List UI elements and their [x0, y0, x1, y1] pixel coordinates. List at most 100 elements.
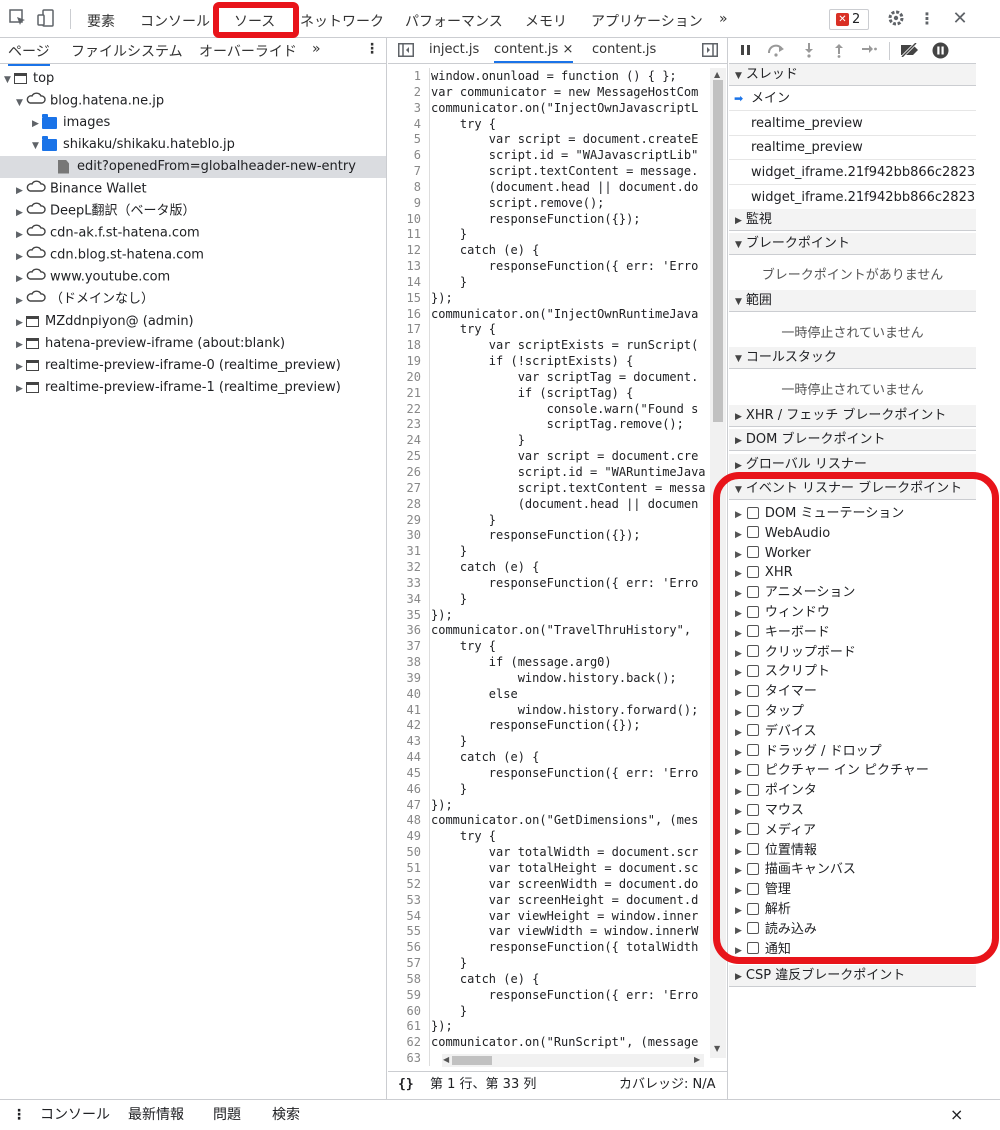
toggle-navigator-icon[interactable]	[398, 43, 414, 61]
drawer-tab-search[interactable]: 検索	[272, 1100, 300, 1130]
pause-icon[interactable]	[740, 44, 752, 60]
line-number[interactable]: 52	[388, 875, 430, 892]
line-number[interactable]: 18	[388, 337, 430, 354]
line-number[interactable]: 13	[388, 258, 430, 275]
toggle-debugger-icon[interactable]	[702, 43, 718, 61]
line-number[interactable]: 38	[388, 654, 430, 671]
more-options-icon[interactable]: ⋮	[917, 9, 937, 29]
line-number[interactable]: 12	[388, 242, 430, 259]
code-line[interactable]: 21 if (scriptTag) {	[388, 384, 710, 401]
code-line[interactable]: 2 var communicator = new MessageHostCom	[388, 83, 710, 100]
line-number[interactable]: 5	[388, 131, 430, 148]
line-number[interactable]: 43	[388, 733, 430, 750]
code-line[interactable]: 41 window.history.forward();	[388, 701, 710, 718]
line-number[interactable]: 39	[388, 669, 430, 686]
line-number[interactable]: 19	[388, 353, 430, 370]
scroll-right-icon[interactable]: ▶	[694, 1055, 700, 1064]
tree-item-frame[interactable]: ▶ realtime-preview-iframe-0 (realtime_pre…	[0, 355, 386, 377]
line-number[interactable]: 24	[388, 432, 430, 449]
code-line[interactable]: 1 window.onunload = function () { };	[388, 68, 710, 84]
drawer-menu-icon[interactable]: ⋮	[12, 1100, 26, 1130]
section-watch[interactable]: ▶ 監視	[729, 209, 976, 231]
code-line[interactable]: 16 communicator.on("InjectOwnRuntimeJava	[388, 305, 710, 322]
code-line[interactable]: 30 responseFunction({});	[388, 527, 710, 544]
section-dom-breakpoints[interactable]: ▶ DOM ブレークポイント	[729, 429, 976, 451]
line-number[interactable]: 1	[388, 68, 430, 84]
code-line[interactable]: 44 catch (e) {	[388, 749, 710, 766]
code-line[interactable]: 18 var scriptExists = runScript(	[388, 337, 710, 354]
line-number[interactable]: 47	[388, 796, 430, 813]
code-line[interactable]: 10 responseFunction({});	[388, 210, 710, 227]
step-into-icon[interactable]	[803, 42, 815, 62]
settings-gear-icon[interactable]	[886, 9, 906, 29]
section-xhr-breakpoints[interactable]: ▶ XHR / フェッチ ブレークポイント	[729, 405, 976, 427]
code-line[interactable]: 50 var totalWidth = document.scr	[388, 844, 710, 861]
line-number[interactable]: 8	[388, 178, 430, 195]
tree-item-frame[interactable]: ▶ realtime-preview-iframe-1 (realtime_pre…	[0, 377, 386, 399]
horizontal-scrollbar[interactable]: ◀ ▶	[442, 1054, 704, 1067]
line-number[interactable]: 7	[388, 163, 430, 180]
close-devtools-icon[interactable]: ✕	[950, 9, 970, 29]
line-number[interactable]: 17	[388, 321, 430, 338]
line-number[interactable]: 14	[388, 273, 430, 290]
inspect-element-icon[interactable]	[8, 9, 28, 29]
code-line[interactable]: 33 responseFunction({ err: 'Erro	[388, 574, 710, 591]
line-number[interactable]: 11	[388, 226, 430, 243]
code-line[interactable]: 36 communicator.on("TravelThruHistory",	[388, 622, 710, 639]
code-line[interactable]: 61});	[388, 1018, 710, 1035]
error-count-badge[interactable]: ✕ 2	[829, 9, 869, 30]
line-number[interactable]: 9	[388, 194, 430, 211]
tab-inject-js[interactable]: inject.js	[429, 42, 479, 57]
tree-item-domain[interactable]: ▶ www.youtube.com	[0, 266, 386, 288]
close-drawer-icon[interactable]: ×	[950, 1100, 963, 1130]
step-over-icon[interactable]	[767, 43, 785, 61]
code-line[interactable]: 34 }	[388, 590, 710, 607]
line-number[interactable]: 61	[388, 1018, 430, 1035]
tab-application[interactable]: アプリケーション	[591, 11, 703, 31]
line-number[interactable]: 2	[388, 83, 430, 100]
line-number[interactable]: 45	[388, 764, 430, 781]
code-line[interactable]: 32 catch (e) {	[388, 559, 710, 576]
code-line[interactable]: 38 if (message.arg0)	[388, 654, 710, 671]
section-callstack[interactable]: ▼ コールスタック	[729, 347, 976, 369]
line-number[interactable]: 25	[388, 448, 430, 465]
line-number[interactable]: 60	[388, 1002, 430, 1019]
code-line[interactable]: 45 responseFunction({ err: 'Erro	[388, 764, 710, 781]
line-number[interactable]: 48	[388, 812, 430, 829]
tab-network[interactable]: ネットワーク	[300, 11, 384, 31]
tree-item-domain[interactable]: ▶ cdn-ak.f.st-hatena.com	[0, 222, 386, 244]
line-number[interactable]: 26	[388, 464, 430, 480]
line-number[interactable]: 40	[388, 685, 430, 702]
section-csp-breakpoints[interactable]: ▶ CSP 違反ブレークポイント	[729, 965, 976, 987]
code-editor[interactable]: 1 window.onunload = function () { }; 2 var …	[388, 68, 728, 1068]
tab-memory[interactable]: メモリ	[525, 11, 567, 31]
pause-on-exceptions-icon[interactable]	[932, 42, 949, 63]
code-line[interactable]: 58 catch (e) {	[388, 970, 710, 987]
thread-item[interactable]: widget_iframe.21f942bb866c28233...	[729, 161, 976, 185]
line-number[interactable]: 20	[388, 368, 430, 385]
code-line[interactable]: 14 }	[388, 273, 710, 290]
deactivate-breakpoints-icon[interactable]	[899, 41, 921, 61]
code-line[interactable]: 26 script.id = "WARuntimeJava	[388, 464, 710, 480]
line-number[interactable]: 58	[388, 970, 430, 987]
scroll-left-icon[interactable]: ◀	[443, 1055, 449, 1064]
code-line[interactable]: 55 var viewWidth = window.innerW	[388, 923, 710, 940]
navigator-more-button[interactable]: »	[312, 41, 321, 57]
device-toolbar-icon[interactable]	[36, 9, 56, 29]
scroll-thumb[interactable]	[452, 1056, 492, 1065]
drawer-tab-issues[interactable]: 問題	[213, 1100, 241, 1130]
code-line[interactable]: 62 communicator.on("RunScript", (message	[388, 1034, 710, 1051]
tab-elements[interactable]: 要素	[87, 11, 115, 31]
line-number[interactable]: 36	[388, 622, 430, 639]
code-line[interactable]: 49 try {	[388, 828, 710, 845]
line-number[interactable]: 51	[388, 860, 430, 876]
code-line[interactable]: 37 try {	[388, 638, 710, 655]
line-number[interactable]: 27	[388, 479, 430, 496]
line-number[interactable]: 30	[388, 527, 430, 544]
code-line[interactable]: 22 console.warn("Found s	[388, 400, 710, 417]
line-number[interactable]: 57	[388, 955, 430, 972]
scroll-thumb[interactable]	[713, 80, 723, 422]
line-number[interactable]: 44	[388, 749, 430, 766]
code-line[interactable]: 57 }	[388, 955, 710, 972]
tab-content-js-active[interactable]: content.js ×	[494, 42, 574, 63]
